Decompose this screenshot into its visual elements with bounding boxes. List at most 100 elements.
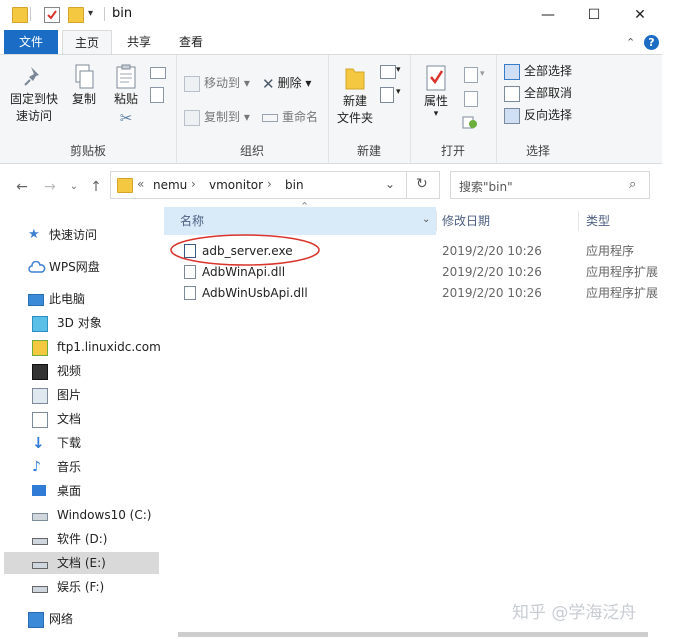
properties-label: 属性 [423,94,448,108]
sidebar-item-ftp[interactable]: ftp1.linuxidc.com [4,336,161,358]
select-none-label: 全部取消 [524,86,573,100]
new-folder-quick-icon[interactable] [68,7,84,23]
move-to-label: 移动到 [204,76,241,90]
sidebar-item-drive-f[interactable]: 娱乐 (F:) [4,576,159,598]
edit-icon[interactable] [464,91,478,107]
select-none-button[interactable]: 全部取消 [504,83,572,103]
breadcrumb-segment[interactable]: bin [285,178,304,192]
move-to-icon [184,75,200,92]
sidebar-item-drive-c[interactable]: Windows10 (C:) [4,504,159,526]
sidebar-item-label: 文档 [57,412,82,426]
copy-button[interactable]: 复制 [64,63,104,108]
help-icon[interactable]: ? [644,35,659,50]
file-row[interactable]: AdbWinUsbApi.dll 2019/2/20 10:26 应用程序扩展 [164,282,662,304]
drive-icon [32,562,48,569]
network-folder-icon [32,340,48,356]
chevron-down-icon[interactable]: ▾ [396,87,401,97]
refresh-button[interactable]: ↻ [406,171,439,199]
ribbon: 固定到快 速访问 复制 粘贴 ✂ 剪贴板 移动到 ▾ ✕ 删除 ▾ 复制到 ▾ … [0,54,662,164]
sidebar-item-music[interactable]: ♪ 音乐 [4,456,159,478]
sidebar-item-drive-d[interactable]: 软件 (D:) [4,528,159,550]
sidebar-item-this-pc[interactable]: 此电脑 [4,288,159,310]
forward-arrow-icon[interactable]: → [40,178,60,196]
sidebar-item-label: 音乐 [57,460,82,474]
chevron-down-icon[interactable]: ▾ [480,69,485,79]
sidebar-item-label: ftp1.linuxidc.com [57,340,161,354]
horizontal-scrollbar[interactable] [164,630,662,639]
move-to-button[interactable]: 移动到 ▾ [184,73,250,93]
chevron-right-icon[interactable]: › [191,177,196,191]
paste-icon [116,64,136,89]
close-button[interactable]: ✕ [618,0,662,30]
sidebar-item-videos[interactable]: 视频 [4,360,159,382]
chevron-down-icon: ▾ [243,76,250,90]
easy-access-icon[interactable] [380,87,394,103]
open-icon[interactable] [464,67,478,83]
history-icon[interactable] [462,115,478,129]
pin-quick-access-button[interactable]: 固定到快 速访问 [6,63,62,125]
chevron-down-icon[interactable]: ⌄ [422,214,430,225]
sidebar-item-drive-e[interactable]: 文档 (E:) [4,552,159,574]
computer-icon [28,294,44,306]
tab-share[interactable]: 共享 [116,30,162,54]
select-all-button[interactable]: 全部选择 [504,61,572,81]
chevron-down-icon: ▾ [243,110,250,124]
chevron-up-icon[interactable]: ⌃ [626,36,635,49]
breadcrumb-segment[interactable]: vmonitor [209,178,263,192]
cloud-icon [28,260,46,274]
properties-quick-icon[interactable] [44,7,60,23]
column-header-name[interactable]: 名称 ⌃ ⌄ [164,200,436,235]
sidebar-item-documents[interactable]: 文档 [4,408,159,430]
copy-path-icon[interactable] [150,67,166,79]
select-all-label: 全部选择 [524,64,573,78]
sidebar-item-downloads[interactable]: ↓ 下载 [4,432,159,454]
rename-button[interactable]: 重命名 [262,107,318,127]
paste-button[interactable]: 粘贴 ✂ [106,63,146,127]
cut-icon[interactable]: ✂ [106,110,146,127]
tab-view[interactable]: 查看 [168,30,214,54]
breadcrumb-segment[interactable]: nemu [153,178,187,192]
chevron-down-icon[interactable]: ▾ [396,65,401,75]
tab-file[interactable]: 文件 [4,30,58,54]
column-header-type[interactable]: 类型 [586,207,610,235]
ribbon-tabs: 文件 主页 共享 查看 ⌃ ? [0,30,674,55]
sidebar-item-quick-access[interactable]: ★ 快速访问 [4,224,159,246]
divider [30,7,31,21]
search-placeholder: 搜索"bin" [459,180,513,194]
sidebar-item-label: Windows10 (C:) [57,508,152,522]
delete-button[interactable]: ✕ 删除 ▾ [262,73,311,93]
chevron-down-icon[interactable]: ▾ [88,7,102,21]
overflow-chevron-icon[interactable]: « [137,177,144,191]
up-arrow-icon[interactable]: ↑ [86,178,106,196]
chevron-right-icon[interactable]: › [267,177,272,191]
sidebar-item-wps-cloud[interactable]: WPS网盘 [4,256,159,278]
recent-chevron-down-icon[interactable]: ⌄ [64,178,84,196]
back-arrow-icon[interactable]: ← [12,178,32,196]
select-group: 全部选择 全部取消 反向选择 选择 [496,55,580,163]
properties-button[interactable]: 属性 ▾ [418,63,454,119]
star-icon: ★ [28,227,40,242]
folder-icon [12,7,28,23]
sidebar-item-desktop[interactable]: 桌面 [4,480,159,502]
copy-to-button[interactable]: 复制到 ▾ [184,107,250,127]
new-folder-button[interactable]: 新建 文件夹 [332,63,378,127]
tab-home[interactable]: 主页 [62,30,112,55]
column-header-date[interactable]: 修改日期 [442,207,490,235]
sidebar-item-3d-objects[interactable]: 3D 对象 [4,312,159,334]
properties-icon [426,65,446,91]
pin-label: 速访问 [15,109,52,123]
chevron-down-icon[interactable]: ⌄ [385,177,395,191]
minimize-button[interactable]: — [526,0,570,30]
sidebar-item-pictures[interactable]: 图片 [4,384,159,406]
search-box[interactable]: 搜索"bin" ⌕ [450,171,650,199]
invert-selection-button[interactable]: 反向选择 [504,105,572,125]
file-type: 应用程序 [586,244,635,258]
copy-to-icon [184,109,200,126]
new-item-icon[interactable] [380,65,396,79]
sidebar-item-network[interactable]: 网络 [4,608,159,630]
drive-icon [32,586,48,593]
scrollbar-thumb[interactable] [178,632,648,637]
address-bar[interactable]: « nemu › vmonitor › bin ⌄ [110,171,440,199]
paste-shortcut-icon[interactable] [150,87,164,103]
maximize-button[interactable]: ☐ [572,0,616,30]
